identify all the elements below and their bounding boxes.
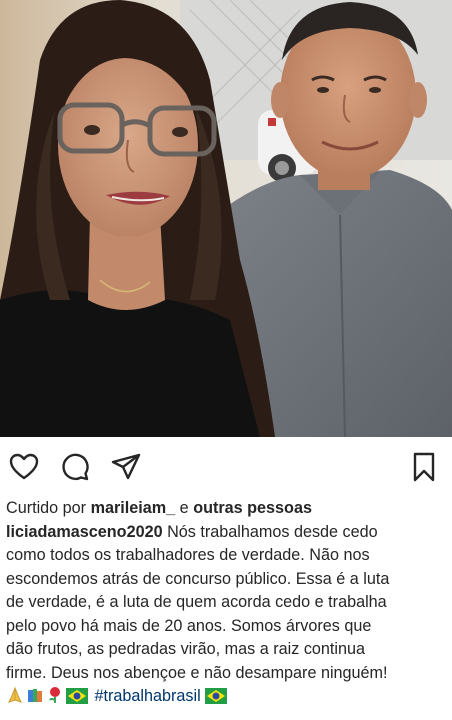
post-photo[interactable] [0, 0, 452, 437]
caption-text-line-4: de verdade, é a luta de quem acorda cedo… [6, 593, 387, 611]
post-caption: Curtido por marileiam_ e outras pessoas … [6, 497, 448, 709]
caption-text-line-5: pelo povo há mais de 20 anos. Somos árvo… [6, 616, 372, 635]
like-button[interactable] [8, 451, 40, 483]
comment-icon [62, 453, 89, 481]
comment-button[interactable] [59, 451, 91, 483]
share-button[interactable] [110, 451, 142, 483]
caption-text-line-1: Nós trabalhamos desde cedo [167, 522, 378, 541]
caption-text-line-3: escondemos atrás de concurso público. Es… [6, 569, 390, 588]
author-username[interactable]: liciadamasceno2020 [6, 523, 163, 541]
caption-text-line-7: firme. Deus nos abençoe e não desampare … [6, 663, 388, 682]
caption-text-line-2: como todos os trabalhadores de verdade. … [6, 546, 370, 564]
folded-hands-emoji [6, 686, 24, 704]
share-icon [111, 453, 141, 480]
liker-username[interactable]: marileiam_ [91, 499, 176, 517]
heart-icon [9, 453, 39, 480]
caption-emoji-line: #trabalhabrasil [6, 685, 448, 709]
bookmark-icon [413, 452, 435, 482]
caption-line: liciadamasceno2020 Nós trabalhamos desde… [6, 521, 448, 545]
likes-prefix: Curtido por [6, 499, 87, 517]
likes-line: Curtido por marileiam_ e outras pessoas [6, 497, 448, 521]
brazil-flag-emoji [66, 688, 88, 704]
likes-connector: e [179, 499, 189, 517]
post-actions-bar [0, 437, 452, 493]
books-emoji [26, 686, 44, 704]
rose-emoji [46, 686, 64, 704]
hashtag-link[interactable]: #trabalhabrasil [95, 687, 201, 705]
save-button[interactable] [408, 451, 440, 483]
caption-text-line-6: dão frutos, as pedradas virão, mas a rai… [6, 640, 366, 658]
brazil-flag-emoji [205, 688, 228, 704]
likes-others-link[interactable]: outras pessoas [193, 499, 312, 517]
photo-couple [0, 0, 452, 437]
